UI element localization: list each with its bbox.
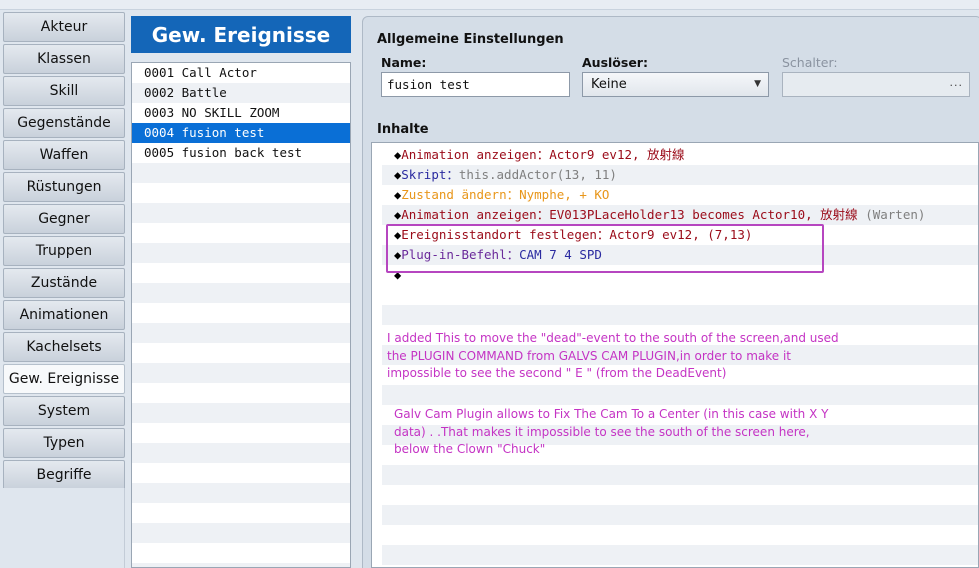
list-title: Gew. Ereignisse — [131, 16, 351, 53]
tab-rüstungen[interactable]: Rüstungen — [3, 172, 125, 202]
command-name: Animation anzeigen — [401, 147, 537, 162]
trigger-label: Auslöser: — [582, 55, 648, 70]
note-1-line: the PLUGIN COMMAND from GALVS CAM PLUGIN… — [387, 348, 791, 363]
annotation-highlight-box — [386, 224, 824, 273]
command-row[interactable]: ◆Animation anzeigen：Actor9 ev12, 放射線 — [382, 145, 978, 165]
command-name: Animation anzeigen — [401, 207, 537, 222]
name-label: Name: — [381, 55, 427, 70]
tab-skill[interactable]: Skill — [3, 76, 125, 106]
command-suffix: (Warten) — [865, 207, 926, 222]
command-name: Skript — [401, 167, 447, 182]
common-event-list[interactable]: 0001 Call Actor 0002 Battle 0003 NO SKILL … — [131, 62, 351, 568]
switch-browse-button[interactable]: ... — [950, 76, 964, 89]
general-settings-heading: Allgemeine Einstellungen — [377, 32, 564, 47]
tab-truppen[interactable]: Truppen — [3, 236, 125, 266]
command-separator: ： — [446, 167, 459, 182]
switch-label: Schalter: — [782, 55, 838, 70]
trigger-select[interactable]: Keine ▼ — [582, 72, 769, 97]
command-name: Zustand ändern — [401, 187, 507, 202]
tab-klassen[interactable]: Klassen — [3, 44, 125, 74]
name-input-value: fusion test — [387, 77, 470, 92]
list-item[interactable]: 0003 NO SKILL ZOOM — [132, 103, 350, 123]
contents-heading: Inhalte — [377, 122, 429, 137]
switch-field[interactable]: ... — [782, 72, 970, 97]
tab-typen[interactable]: Typen — [3, 428, 125, 458]
tab-kachelsets[interactable]: Kachelsets — [3, 332, 125, 362]
note-2-line: below the Clown "Chuck" — [394, 442, 546, 456]
note-1-line: I added This to move the "dead"-event to… — [387, 331, 839, 345]
annotation-note-2: Galv Cam Plugin allows to Fix The Cam To… — [394, 406, 828, 459]
database-tabs: Akteur Klassen Skill Gegenstände Waffen Rüstu… — [3, 12, 125, 492]
command-separator: ： — [536, 207, 550, 222]
note-1-line: impossible to see the second " E " (from… — [387, 366, 727, 380]
trigger-select-value: Keine — [591, 77, 627, 92]
list-item[interactable]: 0005 fusion back test — [132, 143, 350, 163]
tab-zustände[interactable]: Zustände — [3, 268, 125, 298]
note-2-line: Galv Cam Plugin allows to Fix The Cam To… — [394, 407, 829, 421]
tab-gew-ereignisse[interactable]: Gew. Ereignisse — [3, 364, 125, 394]
tabs-empty-area — [3, 488, 125, 568]
name-input[interactable]: fusion test — [381, 72, 570, 97]
list-item[interactable]: 0004 fusion test — [132, 123, 350, 143]
top-strip — [0, 0, 979, 10]
tab-akteur[interactable]: Akteur — [3, 12, 125, 42]
tab-gegenstände[interactable]: Gegenstände — [3, 108, 125, 138]
command-params: Nymphe, + KO — [519, 187, 610, 202]
command-row[interactable]: ◆Animation anzeigen：EV013PLaceHolder13 b… — [382, 205, 978, 225]
command-row[interactable]: ◆Skript：this.addActor(13, 11) — [382, 165, 978, 185]
list-item[interactable]: 0001 Call Actor — [132, 63, 350, 83]
annotation-note-1: I added This to move the "dead"-event to… — [387, 330, 839, 383]
tab-animationen[interactable]: Animationen — [3, 300, 125, 330]
command-separator: ： — [506, 187, 520, 202]
tab-gegner[interactable]: Gegner — [3, 204, 125, 234]
tab-waffen[interactable]: Waffen — [3, 140, 125, 170]
chevron-down-icon: ▼ — [754, 79, 761, 89]
list-item[interactable]: 0002 Battle — [132, 83, 350, 103]
command-params: EV013PLaceHolder13 becomes Actor10, 放射線 — [549, 207, 858, 222]
note-2-line: data) . .That makes it impossible to see… — [394, 424, 810, 439]
command-params: this.addActor(13, 11) — [458, 167, 617, 182]
tab-begriffe[interactable]: Begriffe — [3, 460, 125, 490]
command-row[interactable]: ◆Zustand ändern：Nymphe, + KO — [382, 185, 978, 205]
command-params: Actor9 ev12, 放射線 — [549, 147, 685, 162]
command-separator: ： — [536, 147, 550, 162]
tab-system[interactable]: System — [3, 396, 125, 426]
